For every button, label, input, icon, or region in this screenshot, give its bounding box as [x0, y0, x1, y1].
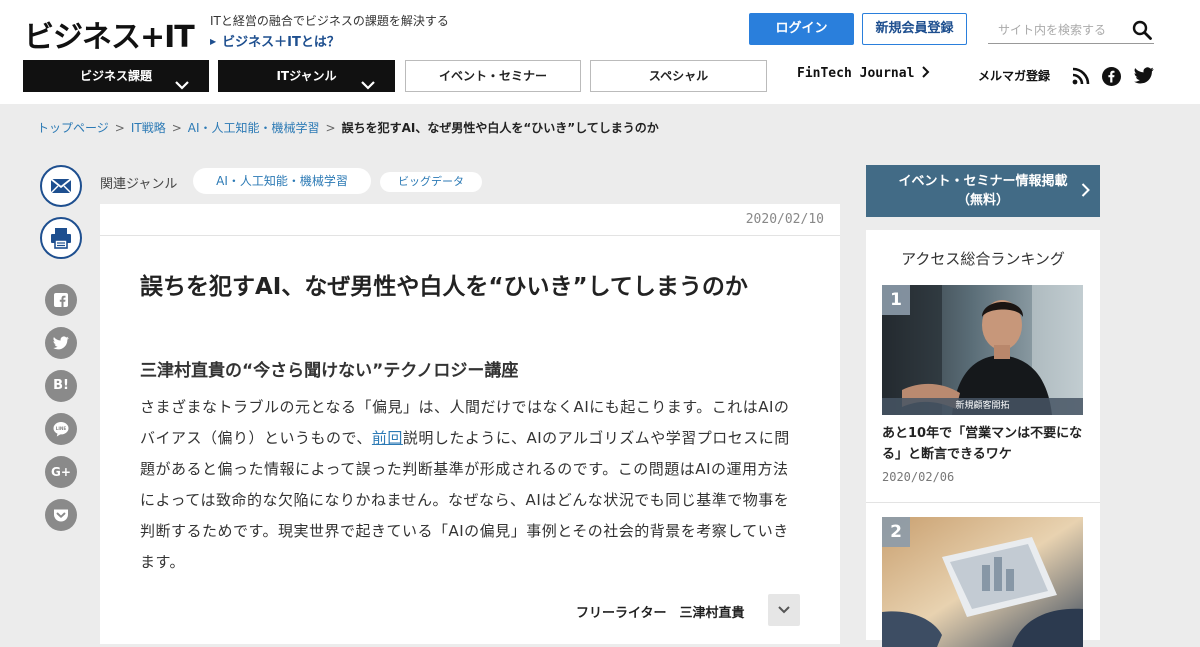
nav-fintech-label: FinTech Journal [797, 66, 915, 81]
login-button[interactable]: ログイン [749, 13, 854, 45]
ranking-date-1: 2020/02/06 [882, 470, 955, 484]
breadcrumb-home[interactable]: トップページ [37, 121, 109, 135]
ranking-title: アクセス総合ランキング [901, 250, 1065, 268]
article-date: 2020/02/10 [745, 212, 824, 227]
twitter-icon [53, 336, 69, 350]
ranking-caption-1: 新規顧客開拓 [882, 398, 1083, 415]
article-title: 誤ちを犯すAI、なぜ男性や白人を“ひいき”してしまうのか [140, 274, 748, 300]
twitter-icon[interactable] [1134, 67, 1154, 88]
breadcrumb: トップページ > IT戦略 > AI・人工知能・機械学習 > 誤ちを犯すAI、なぜ男性や白人… [37, 119, 659, 136]
chevron-down-icon [778, 606, 790, 614]
business-photo [882, 517, 1083, 647]
article-lead: さまざまなトラブルの元となる「偏見」は、人間だけではなくAIにも起こります。これ… [140, 392, 800, 578]
register-button[interactable]: 新規会員登録 [862, 13, 967, 45]
ranking-thumbnail-2[interactable]: 2 [882, 517, 1083, 647]
hatena-icon: B! [53, 378, 69, 393]
facebook-icon [54, 293, 68, 307]
mail-icon [50, 178, 72, 194]
article-author: フリーライター 三津村直貴 [576, 606, 745, 621]
rss-icon[interactable] [1072, 67, 1090, 89]
about-link[interactable]: ビジネス＋ITとは？ [210, 31, 340, 50]
hatena-share-button[interactable]: B! [45, 370, 77, 402]
author-expand-button[interactable] [768, 594, 800, 626]
ranking-number-1: 1 [882, 285, 910, 315]
nav-business[interactable]: ビジネス課題 [23, 60, 209, 92]
nav-fintech-journal[interactable]: FinTech Journal [797, 66, 930, 81]
site-header: ビジネス+IT ITと経営の融合でビジネスの課題を解決する ビジネス＋ITとは？… [0, 0, 1200, 104]
chevron-right-icon [1081, 183, 1090, 203]
line-share-button[interactable]: LINE [45, 413, 77, 445]
ranking-title-1[interactable]: あと10年で「営業マンは不要になる」と断言できるワケ [882, 423, 1087, 465]
site-search [988, 16, 1154, 44]
google-plus-icon: G+ [51, 465, 71, 479]
related-genre-label: 関連ジャンル [100, 177, 178, 192]
chevron-down-icon [175, 70, 189, 102]
breadcrumb-separator: > [325, 121, 336, 135]
breadcrumb-ai[interactable]: AI・人工知能・機械学習 [188, 121, 320, 135]
search-input[interactable] [988, 18, 1118, 42]
breadcrumb-it-strategy[interactable]: IT戦略 [131, 121, 166, 135]
article-card: 2020/02/10 誤ちを犯すAI、なぜ男性や白人を“ひいき”してしまうのか … [100, 204, 840, 644]
article-lead-part2: 説明したように、AIのアルゴリズムや学習プロセスに問題があると偏った情報によって… [140, 429, 790, 571]
article-divider [100, 235, 840, 236]
genre-tag-bigdata[interactable]: ビッグデータ [380, 172, 482, 192]
mail-share-button[interactable] [40, 165, 82, 207]
breadcrumb-current: 誤ちを犯すAI、なぜ男性や白人を“ひいき”してしまうのか [341, 121, 659, 135]
breadcrumb-separator: > [171, 121, 182, 135]
nav-special[interactable]: スペシャル [590, 60, 767, 92]
facebook-icon[interactable] [1102, 67, 1121, 90]
site-tagline: ITと経営の融合でビジネスの課題を解決する [210, 14, 449, 28]
event-listing-label: イベント・セミナー情報掲載 [898, 174, 1068, 189]
nav-it-genre-label: ITジャンル [276, 69, 337, 83]
event-listing-note: （無料） [956, 193, 1009, 208]
person-photo [882, 285, 1083, 415]
ranking-number-2: 2 [882, 517, 910, 547]
pocket-share-button[interactable] [45, 499, 77, 531]
breadcrumb-separator: > [114, 121, 125, 135]
print-button[interactable] [40, 217, 82, 259]
site-logo[interactable]: ビジネス+IT [24, 12, 195, 56]
nav-events[interactable]: イベント・セミナー [405, 60, 581, 92]
previous-article-link[interactable]: 前回 [372, 429, 403, 447]
twitter-share-button[interactable] [45, 327, 77, 359]
access-ranking: アクセス総合ランキング 1 新規顧客開拓 あと10年で「営業マンは不要になる」と… [866, 230, 1100, 647]
nav-business-label: ビジネス課題 [79, 69, 152, 83]
line-label: LINE [56, 426, 67, 431]
facebook-share-button[interactable] [45, 284, 77, 316]
ranking-divider [866, 502, 1100, 503]
pocket-icon [54, 509, 68, 522]
line-icon: LINE [53, 422, 69, 437]
event-listing-button[interactable]: イベント・セミナー情報掲載 （無料） [866, 165, 1100, 217]
article-subtitle: 三津村直貴の“今さら聞けない”テクノロジー講座 [140, 361, 519, 381]
print-icon [51, 228, 71, 249]
nav-mailmag[interactable]: メルマガ登録 [978, 67, 1050, 84]
search-icon[interactable] [1132, 20, 1152, 44]
gplus-share-button[interactable]: G+ [45, 456, 77, 488]
chevron-down-icon [361, 70, 375, 102]
ranking-thumbnail-1[interactable]: 1 新規顧客開拓 [882, 285, 1083, 415]
nav-it-genre[interactable]: ITジャンル [218, 60, 395, 92]
genre-tag-ai[interactable]: AI・人工知能・機械学習 [193, 168, 371, 194]
chevron-right-icon [922, 66, 930, 78]
